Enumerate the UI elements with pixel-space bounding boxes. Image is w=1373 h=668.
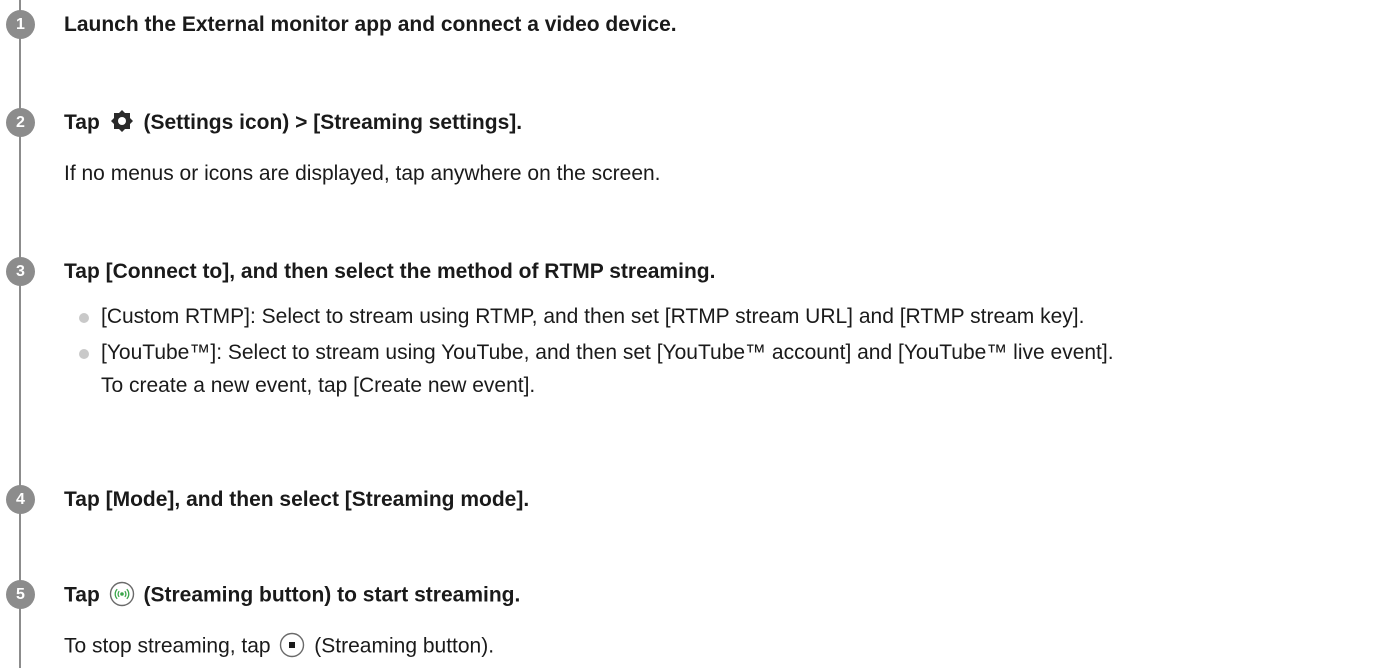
step-number-badge: 4 <box>6 485 35 514</box>
bullet-dot <box>79 349 89 359</box>
step-title: Launch the External monitor app and conn… <box>64 13 677 36</box>
step-note-suffix: (Streaming button). <box>314 634 495 658</box>
gear-icon <box>110 109 134 133</box>
step-title: Tap (Settings icon) > [Streaming setting… <box>64 109 523 135</box>
procedure-steps: 1 Launch the External monitor app and co… <box>0 0 1373 668</box>
list-item-text: [Custom RTMP]: Select to stream using RT… <box>101 305 1085 328</box>
step-title-prefix: Tap <box>64 111 100 134</box>
streaming-start-icon <box>109 581 135 607</box>
step-bullet-list: [Custom RTMP]: Select to stream using RT… <box>77 305 1114 410</box>
step-note: If no menus or icons are displayed, tap … <box>64 162 661 185</box>
step-title-suffix: (Settings icon) > [Streaming settings]. <box>143 111 523 134</box>
step-number-badge: 5 <box>6 580 35 609</box>
list-item: [Custom RTMP]: Select to stream using RT… <box>77 305 1114 329</box>
streaming-stop-icon <box>279 632 305 658</box>
step-number-badge: 3 <box>6 257 35 286</box>
list-item-text-continued: To create a new event, tap [Create new e… <box>101 374 536 397</box>
step-number-badge: 1 <box>6 10 35 39</box>
step-title: Tap [Mode], and then select [Streaming m… <box>64 488 530 511</box>
step-title-suffix: (Streaming button) to start streaming. <box>143 583 521 607</box>
bullet-dot <box>79 313 89 323</box>
step-title: Tap [Connect to], and then select the me… <box>64 260 716 283</box>
step-note-prefix: To stop streaming, tap <box>64 634 271 658</box>
step-note: To stop streaming, tap (Streaming button… <box>64 632 495 660</box>
list-item-text: [YouTube™]: Select to stream using YouTu… <box>101 341 1114 364</box>
step-number-badge: 2 <box>6 108 35 137</box>
step-rail <box>19 0 21 668</box>
step-title-prefix: Tap <box>64 583 100 607</box>
list-item: [YouTube™]: Select to stream using YouTu… <box>77 341 1114 398</box>
step-title: Tap (Streaming button) to start streamin… <box>64 581 521 609</box>
